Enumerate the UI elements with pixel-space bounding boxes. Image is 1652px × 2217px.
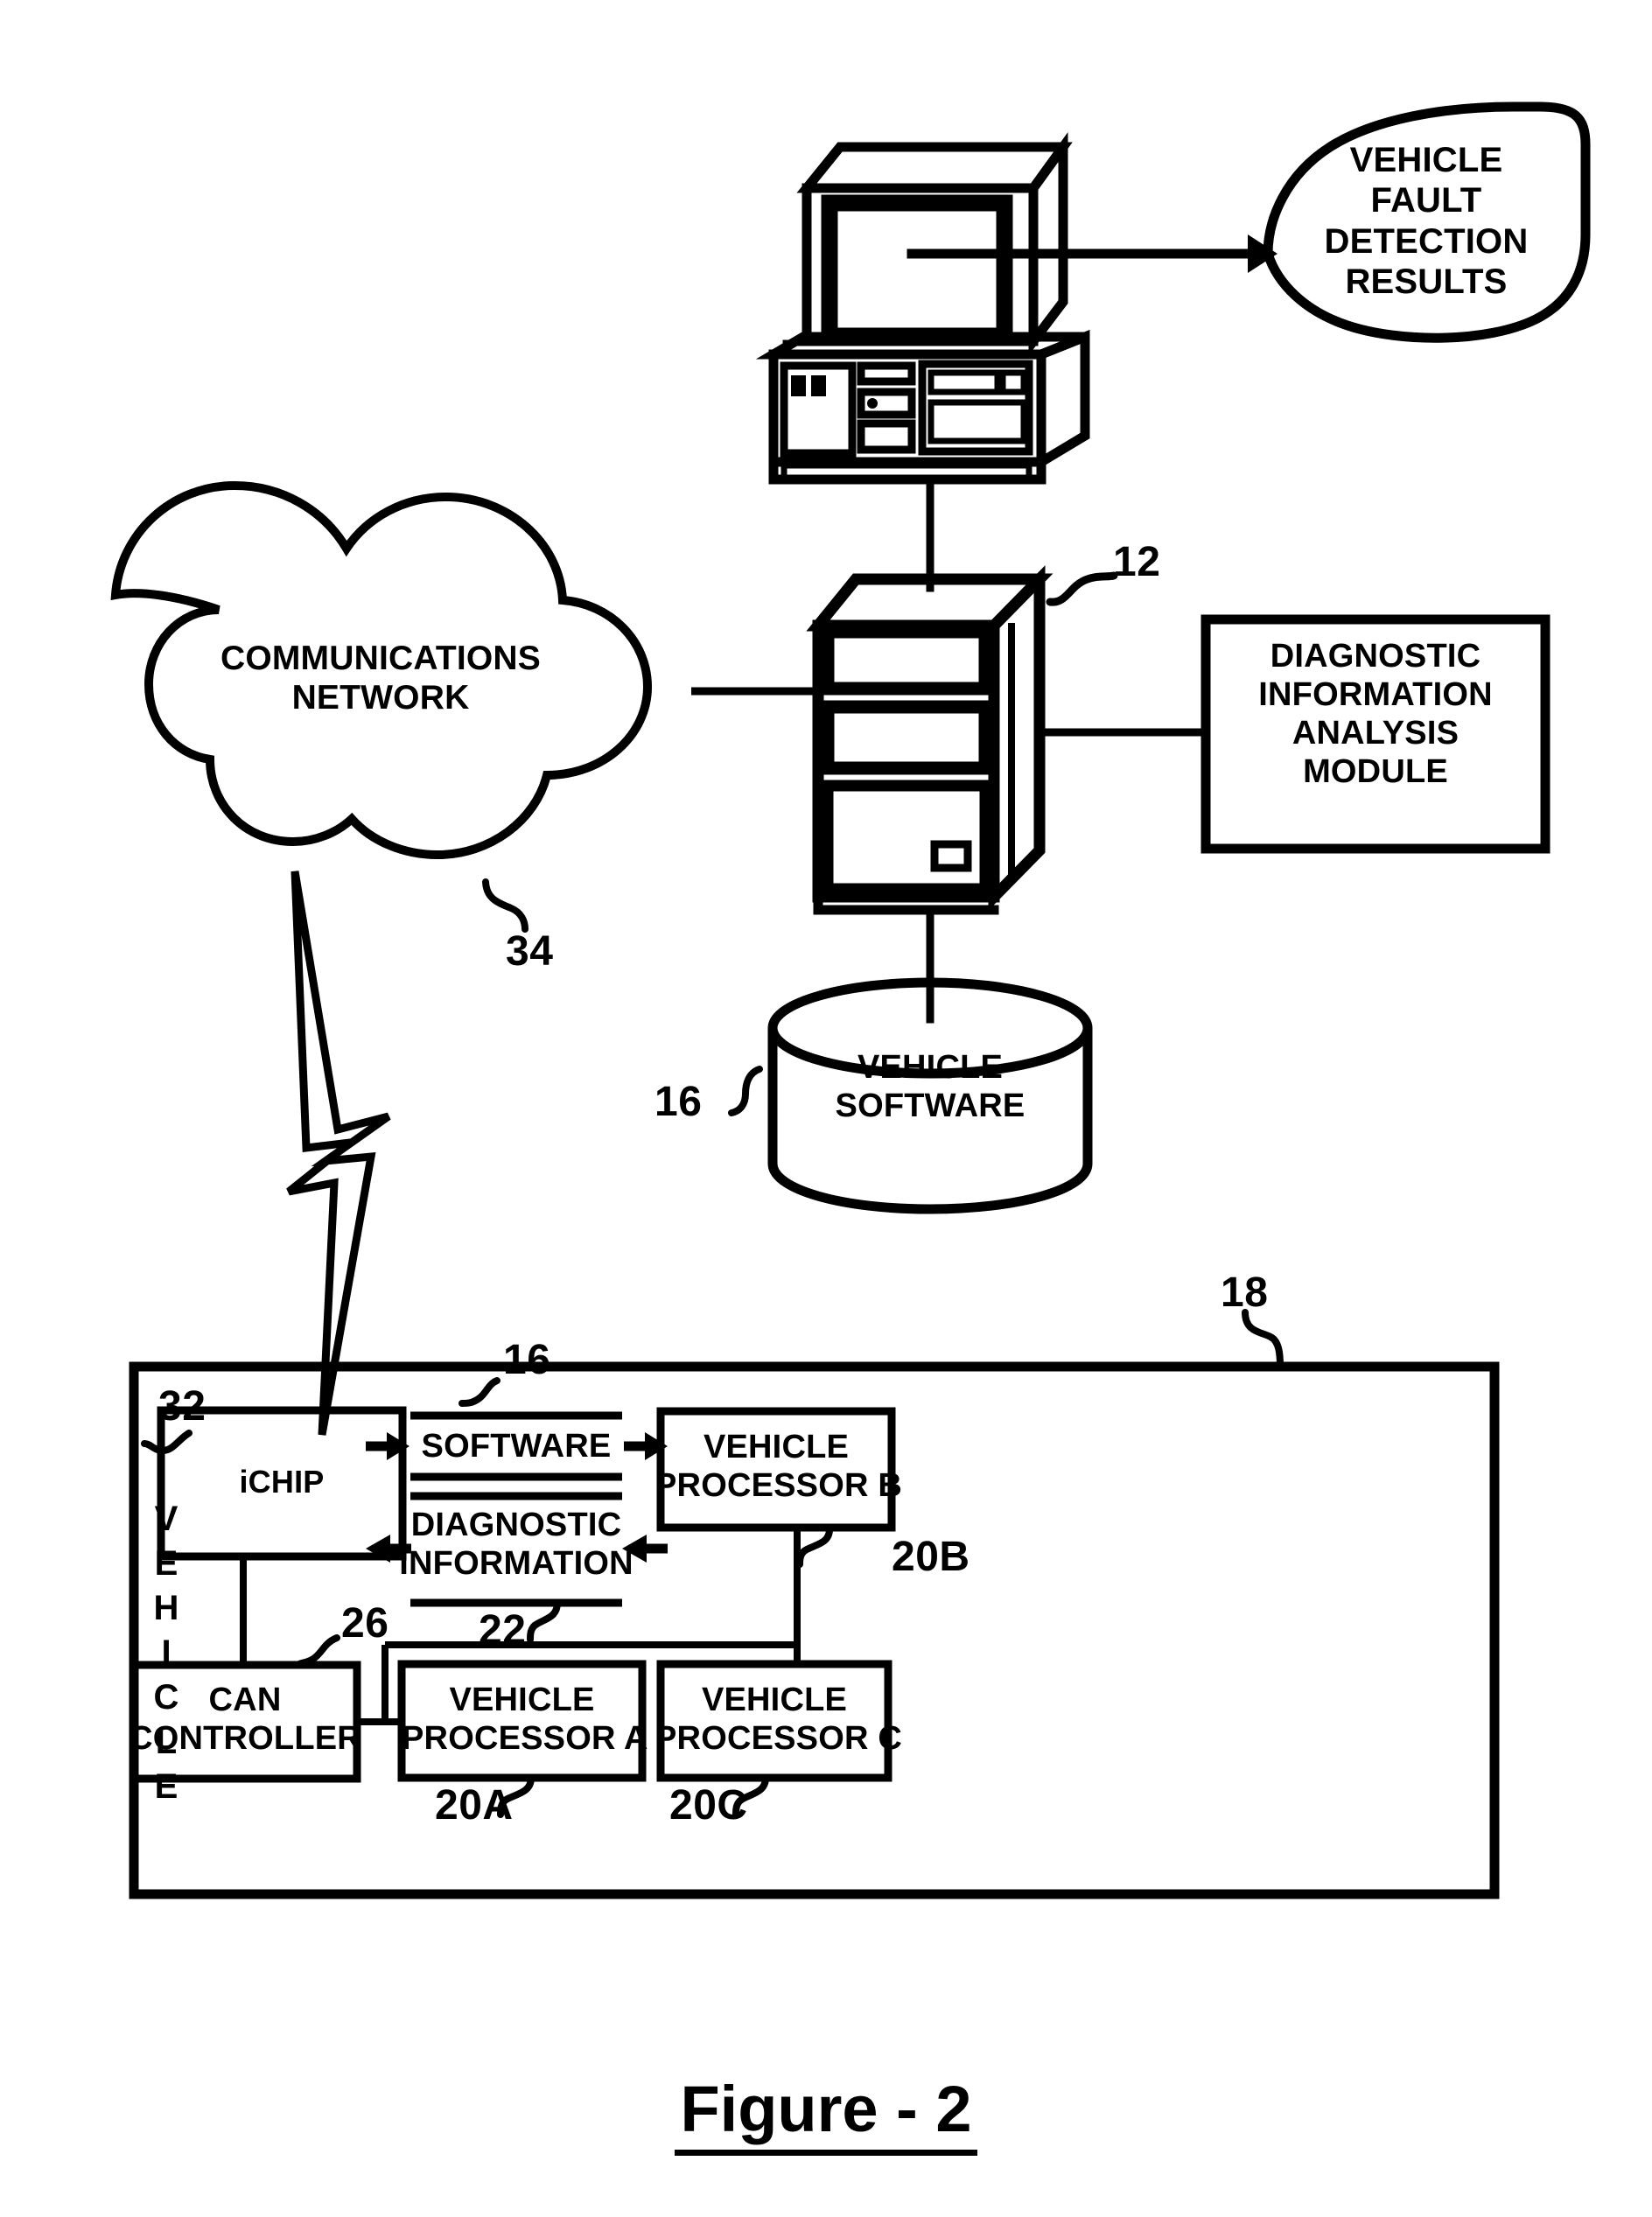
vehicle-letter-5: L [155, 1723, 178, 1761]
vehicle-software-label: VEHICLE SOFTWARE [835, 1049, 1026, 1125]
ref-numeral-16-db: 16 [654, 1079, 703, 1125]
vehicle-letter-6: E [154, 1767, 178, 1806]
vehicle-vertical-label: V E H I C L E [149, 1501, 184, 1804]
figure-caption: Figure - 2 [0, 2072, 1652, 2156]
server-tower-icon [806, 565, 1054, 1024]
results-arrow [1063, 234, 1278, 273]
software-flow-label: SOFTWARE [421, 1428, 612, 1465]
ref-numeral-20C: 20C [669, 1782, 748, 1829]
ref-numeral-34: 34 [506, 928, 554, 975]
vehicle-letter-0: V [154, 1500, 178, 1538]
ref-numeral-16-flow: 16 [503, 1337, 551, 1383]
ref-numeral-12: 12 [1113, 539, 1161, 585]
fault-results-label: VEHICLE FAULT DETECTION RESULTS [1324, 141, 1529, 302]
diagnostic-module-label: DIAGNOSTIC INFORMATION ANALYSIS MODULE [1258, 638, 1493, 791]
ref-numeral-18: 18 [1221, 1269, 1269, 1316]
figure-caption-text: Figure - 2 [675, 2072, 977, 2156]
vehicle-letter-3: I [161, 1633, 172, 1672]
vehicle-letter-4: C [153, 1678, 179, 1717]
patent-figure: VEHICLE FAULT DETECTION RESULTS COMMUNIC… [0, 0, 1652, 2217]
diagnostic-information-flow-label: DIAGNOSTIC INFORMATION [399, 1507, 634, 1583]
vehicle-letter-2: H [153, 1589, 179, 1627]
wireless-lightning-bolt [286, 871, 391, 1436]
ref-numeral-32: 32 [158, 1383, 206, 1430]
ref-numeral-20B: 20B [892, 1534, 970, 1580]
vehicle-letter-1: E [154, 1544, 178, 1583]
vehicle-processor-c-label: VEHICLE PROCESSOR C [654, 1682, 903, 1758]
workstation-icon [755, 132, 1090, 592]
vehicle-processor-a-label: VEHICLE PROCESSOR A [402, 1682, 648, 1758]
ichip-label: iCHIP [239, 1464, 325, 1500]
ref-numeral-20A: 20A [435, 1782, 514, 1829]
communications-network-label: COMMUNICATIONS NETWORK [220, 640, 542, 717]
vehicle-processor-b-label: VEHICLE PROCESSOR B [654, 1429, 903, 1505]
ref-numeral-26: 26 [341, 1600, 389, 1647]
ref-numeral-22: 22 [479, 1607, 527, 1654]
